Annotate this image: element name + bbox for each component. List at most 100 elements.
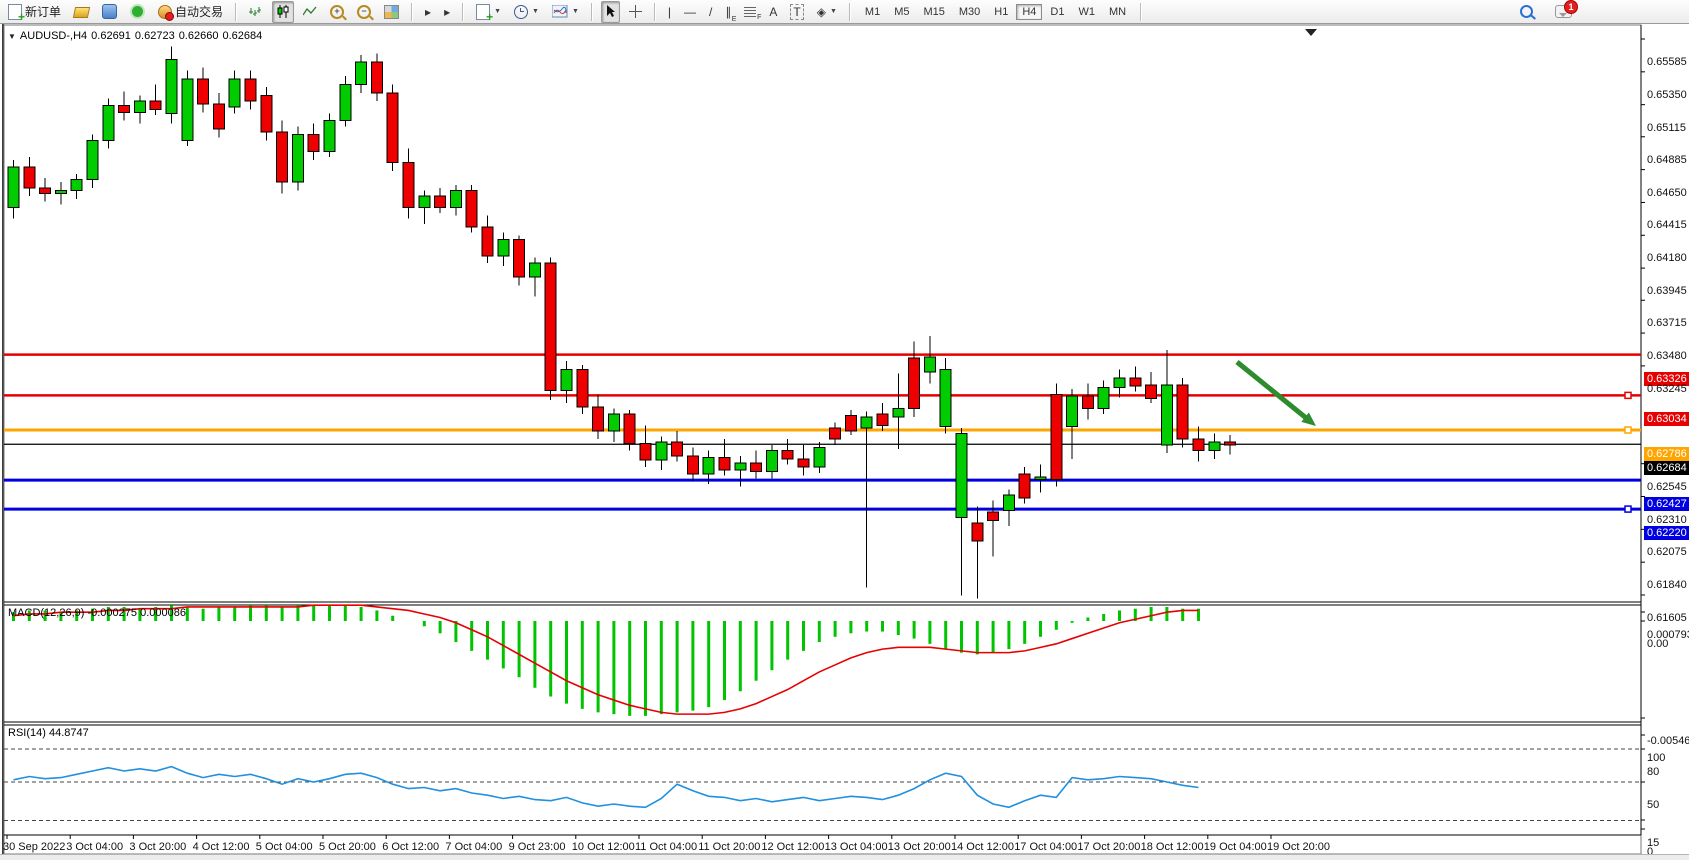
tf-m5[interactable]: M5 (888, 4, 915, 20)
hline-handle[interactable] (1625, 392, 1631, 398)
ohlc-open: 0.62691 (91, 30, 131, 42)
candle (1209, 442, 1220, 450)
crosshair-icon (629, 5, 642, 18)
chart-plot-background (4, 25, 1641, 854)
trendline-icon: / (709, 5, 712, 19)
time-axis-label: 5 Oct 20:00 (319, 841, 376, 853)
tf-m1[interactable]: M1 (859, 4, 886, 20)
candle (909, 358, 920, 408)
profile-button[interactable] (98, 1, 121, 23)
candle (798, 459, 809, 467)
candle (324, 121, 335, 152)
indicators-button[interactable]: ▼ (548, 1, 583, 23)
chat-bubble-icon: 1 (1555, 5, 1572, 18)
candle (577, 369, 588, 407)
candle (956, 434, 967, 518)
candle (940, 369, 951, 426)
chart-canvas[interactable] (0, 24, 1689, 860)
search-button[interactable] (1516, 1, 1537, 23)
price-axis-tick-label: 0.65115 (1647, 122, 1686, 134)
candle (182, 79, 193, 140)
tf-h4[interactable]: H4 (1016, 4, 1042, 20)
chart-expand-icon[interactable]: ▼ (8, 32, 16, 41)
toolbar-separator (411, 3, 413, 21)
line-chart-button[interactable] (299, 1, 321, 23)
dropdown-caret-icon: ▼ (494, 8, 501, 15)
tf-h1[interactable]: H1 (988, 4, 1014, 20)
candle (845, 415, 856, 430)
new-chart-button[interactable]: ▼ (472, 1, 505, 23)
notifications-button[interactable]: 1 (1551, 1, 1576, 23)
candlestick-chart-button[interactable] (272, 1, 294, 23)
tf-mn[interactable]: MN (1103, 4, 1132, 20)
candle (419, 196, 430, 207)
time-axis-label: 19 Oct 04:00 (1204, 841, 1267, 853)
fibonacci-tool[interactable]: F (740, 1, 760, 23)
trendline-tool[interactable]: / (705, 1, 716, 23)
zoom-in-button[interactable]: + (326, 1, 348, 23)
price-axis-tick-label: 0.62075 (1647, 546, 1687, 558)
dropdown-caret-icon: ▼ (830, 8, 837, 15)
candle (1130, 378, 1141, 386)
zoom-out-button[interactable]: − (353, 1, 375, 23)
clock-icon (514, 5, 528, 19)
rsi-axis-label: 100 (1647, 752, 1665, 764)
dropdown-caret-icon: ▼ (532, 8, 539, 15)
candle (624, 414, 635, 443)
auto-scroll-button[interactable]: ▸ (421, 1, 435, 23)
price-axis-tick-label: 0.61605 (1647, 612, 1687, 624)
price-axis-tick-label: 0.64415 (1647, 219, 1687, 231)
candle (735, 463, 746, 470)
candle (308, 135, 319, 152)
horizontal-line-tool[interactable]: — (680, 1, 700, 23)
toolbar-separator (1140, 3, 1142, 21)
tf-m15[interactable]: M15 (917, 4, 950, 20)
bar-chart-button[interactable] (245, 1, 267, 23)
new-order-button[interactable]: 新订单 (4, 1, 65, 23)
vertical-line-tool[interactable]: | (664, 1, 675, 23)
price-axis-tick-label: 0.63245 (1647, 383, 1687, 395)
metaeditor-button[interactable] (70, 1, 93, 23)
time-axis-label: 13 Oct 04:00 (825, 841, 888, 853)
hline-handle[interactable] (1625, 427, 1631, 433)
candle (830, 428, 841, 439)
tf-m30[interactable]: M30 (953, 4, 986, 20)
time-axis-label: 19 Oct 20:00 (1267, 841, 1330, 853)
auto-trading-button[interactable]: 自动交易 (154, 1, 227, 23)
macd-axis-label: 0.00 (1647, 638, 1668, 650)
toolbar-separator (591, 3, 593, 21)
time-axis-label: 9 Oct 23:00 (509, 841, 566, 853)
tf-d1[interactable]: D1 (1044, 4, 1070, 20)
candle (356, 62, 367, 84)
candle (245, 79, 256, 101)
candle (1161, 385, 1172, 445)
chart-shift-button[interactable]: ▸ (440, 1, 454, 23)
shapes-tool[interactable]: ◈▼ (813, 1, 841, 23)
candle (166, 59, 177, 113)
chart-window[interactable]: ▼ AUDUSD-,H4 0.62691 0.62723 0.62660 0.6… (0, 24, 1689, 860)
equidistant-channel-tool[interactable]: ∥E (721, 1, 735, 23)
candle (1114, 378, 1125, 388)
time-axis-label: 13 Oct 20:00 (888, 841, 951, 853)
tile-windows-icon (384, 5, 399, 19)
timeframe-bar: M1 M5 M15 M30 H1 H4 D1 W1 MN (859, 4, 1132, 20)
toolbar-separator (849, 3, 851, 21)
price-axis-tick-label: 0.64650 (1647, 187, 1687, 199)
signal-button[interactable] (126, 1, 149, 23)
price-axis-tick-label: 0.62310 (1647, 514, 1687, 526)
crosshair-tool-button[interactable] (625, 1, 646, 23)
candle (1177, 385, 1188, 439)
period-button[interactable]: ▼ (510, 1, 543, 23)
candle (1019, 474, 1030, 498)
signal-icon (132, 6, 143, 17)
text-tool[interactable]: A (765, 1, 781, 23)
time-axis-label: 6 Oct 12:00 (382, 841, 439, 853)
tile-windows-button[interactable] (380, 1, 403, 23)
indicators-icon (552, 5, 568, 18)
cursor-tool-button[interactable] (601, 1, 620, 23)
text-label-tool[interactable]: T (786, 1, 807, 23)
tf-w1[interactable]: W1 (1072, 4, 1101, 20)
candle (24, 167, 35, 188)
macd-axis-label: -0.005464 (1647, 735, 1689, 747)
hline-handle[interactable] (1625, 506, 1631, 512)
